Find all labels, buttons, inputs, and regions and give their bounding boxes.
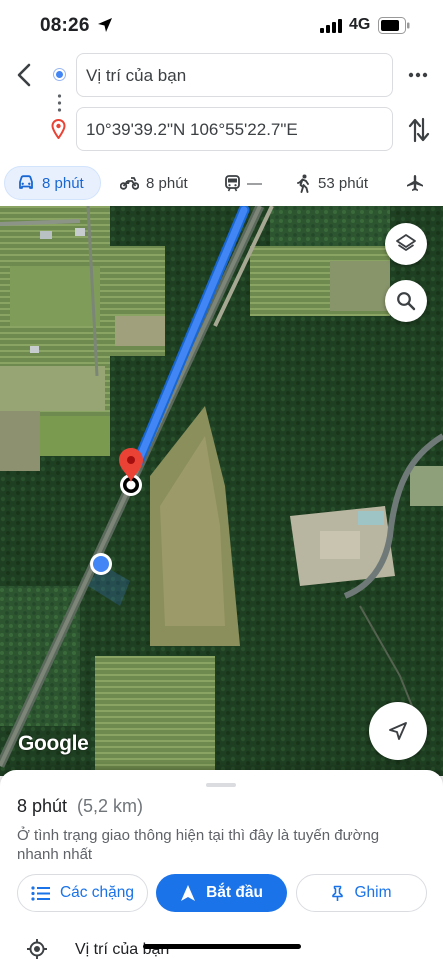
pin-icon: [332, 885, 344, 901]
tab-car[interactable]: 8 phút: [4, 166, 101, 200]
status-time: 08:26: [40, 15, 90, 36]
tab-walk-label: 53 phút: [318, 174, 369, 192]
tab-walk[interactable]: 53 phút: [296, 166, 368, 200]
signal-icon: [320, 19, 342, 33]
location-arrow-icon: [98, 18, 112, 32]
start-button[interactable]: Bắt đầu: [156, 874, 287, 912]
car-icon: [19, 175, 33, 189]
battery-icon: [378, 17, 410, 34]
layers-button[interactable]: [385, 223, 427, 265]
layers-icon: [396, 234, 416, 251]
airplane-icon: [407, 175, 423, 191]
steps-button-label: Các chặng: [59, 884, 135, 901]
route-summary-sheet: 8 phút (5,2 km) Ở tình trạng giao thông …: [0, 770, 443, 959]
pin-button-label: Ghim: [354, 884, 392, 901]
tab-car-label: 8 phút: [42, 174, 84, 192]
tab-motorbike-label: 8 phút: [146, 174, 188, 192]
route-connector-dots: [57, 94, 62, 112]
swap-icon[interactable]: [407, 116, 431, 144]
origin-field[interactable]: Vị trí của bạn: [76, 53, 393, 97]
route-duration: 8 phút: [17, 796, 68, 816]
back-icon[interactable]: [12, 60, 38, 90]
start-button-label: Bắt đầu: [206, 884, 263, 901]
route-note: Ở tình trạng giao thông hiện tại thì đây…: [17, 827, 380, 863]
list-icon: [31, 885, 50, 901]
tab-transit[interactable]: —: [225, 166, 262, 200]
navigate-arrow-icon: [389, 722, 407, 740]
walk-icon: [297, 174, 309, 193]
pin-button[interactable]: Ghim: [296, 874, 427, 912]
route-distance: (5,2 km): [77, 796, 144, 816]
status-bar: 08:26 4G: [0, 0, 443, 52]
my-location-icon: [27, 939, 47, 959]
origin-dot-icon: [54, 69, 65, 80]
travel-mode-tabs: 8 phút 8 phút — 53 phút: [0, 166, 443, 202]
steps-button[interactable]: Các chặng: [17, 874, 148, 912]
tab-transit-label: —: [247, 174, 262, 192]
train-icon: [225, 174, 240, 191]
destination-field[interactable]: 10°39'39.2"N 106°55'22.7"E: [76, 107, 393, 151]
tab-flight[interactable]: [406, 166, 431, 200]
destination-pin-icon: [51, 119, 66, 139]
map-view[interactable]: Google: [0, 206, 443, 776]
search-icon: [397, 292, 416, 311]
google-attribution: Google: [18, 732, 89, 755]
search-along-route-button[interactable]: [385, 280, 427, 322]
satellite-imagery: [0, 206, 443, 776]
sheet-drag-handle[interactable]: [206, 783, 236, 787]
more-icon[interactable]: [406, 66, 430, 84]
tab-motorbike[interactable]: 8 phút: [120, 166, 188, 200]
motorbike-icon: [120, 177, 139, 190]
network-type: 4G: [349, 16, 371, 33]
navigation-arrow-icon: [181, 885, 196, 901]
home-indicator[interactable]: [143, 944, 301, 949]
navigate-button[interactable]: [369, 702, 427, 760]
